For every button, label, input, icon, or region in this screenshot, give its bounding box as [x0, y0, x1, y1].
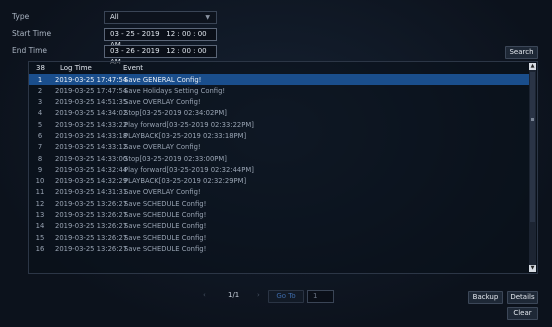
row-number: 16	[35, 244, 45, 253]
search-button[interactable]: Search	[505, 46, 538, 59]
log-table: 38 Log Time Event 1 2019-03-25 17:47:54 Sa…	[28, 61, 538, 274]
row-event: Play forward[03-25-2019 02:33:22PM]	[124, 120, 254, 129]
table-row[interactable]: 2 2019-03-25 17:47:54 Save Holidays Settin…	[29, 85, 529, 96]
row-number: 10	[35, 177, 45, 186]
row-log-time: 2019-03-25 17:47:54	[55, 75, 128, 84]
table-row[interactable]: 11 2019-03-25 14:31:31 Save OVERLAY Config…	[29, 187, 529, 198]
page-indicator: 1/1	[228, 291, 240, 299]
row-log-time: 2019-03-25 17:47:54	[55, 86, 128, 95]
row-log-time: 2019-03-25 14:33:22	[55, 120, 128, 129]
col-header-event[interactable]: Event	[123, 64, 143, 72]
row-log-time: 2019-03-25 14:32:29	[55, 177, 128, 186]
table-body: 1 2019-03-25 17:47:54 Save GENERAL Config!…	[29, 74, 529, 255]
row-number: 4	[37, 109, 43, 118]
clear-button[interactable]: Clear	[507, 307, 538, 320]
row-number: 7	[37, 143, 43, 152]
row-log-time: 2019-03-25 13:26:27	[55, 244, 128, 253]
row-log-time: 2019-03-25 14:33:12	[55, 143, 128, 152]
table-row[interactable]: 12 2019-03-25 13:26:27 Save SCHEDULE Confi…	[29, 198, 529, 209]
type-dropdown[interactable]: All ▼	[104, 11, 217, 24]
row-log-time: 2019-03-25 14:33:18	[55, 131, 128, 140]
chevron-down-icon: ▼	[205, 14, 210, 21]
row-event: Save SCHEDULE Config!	[124, 211, 207, 220]
table-row[interactable]: 13 2019-03-25 13:26:27 Save SCHEDULE Confi…	[29, 210, 529, 221]
type-value: All	[110, 13, 119, 21]
scroll-thumb[interactable]	[530, 72, 535, 222]
col-header-log-time[interactable]: Log Time	[60, 64, 92, 72]
table-row[interactable]: 15 2019-03-25 13:26:27 Save SCHEDULE Confi…	[29, 232, 529, 243]
table-row[interactable]: 4 2019-03-25 14:34:02 Stop[03-25-2019 02:3…	[29, 108, 529, 119]
row-log-time: 2019-03-25 14:31:31	[55, 188, 128, 197]
backup-button[interactable]: Backup	[468, 291, 503, 304]
row-log-time: 2019-03-25 13:26:27	[55, 211, 128, 220]
row-number: 11	[35, 188, 45, 197]
row-event: Play forward[03-25-2019 02:32:44PM]	[124, 165, 254, 174]
row-number: 14	[35, 222, 45, 231]
prev-page-icon[interactable]: ‹	[203, 291, 206, 299]
row-log-time: 2019-03-25 14:33:00	[55, 154, 128, 163]
row-event: Save OVERLAY Config!	[124, 188, 201, 197]
row-number: 13	[35, 211, 45, 220]
row-log-time: 2019-03-25 13:26:27	[55, 199, 128, 208]
table-row[interactable]: 8 2019-03-25 14:33:00 Stop[03-25-2019 02:3…	[29, 153, 529, 164]
row-event: Save SCHEDULE Config!	[124, 199, 207, 208]
row-event: PLAYBACK[03-25-2019 02:33:18PM]	[124, 131, 247, 140]
row-event: Save SCHEDULE Config!	[124, 233, 207, 242]
row-number: 2	[37, 86, 43, 95]
row-log-time: 2019-03-25 14:51:35	[55, 98, 128, 107]
row-event: Save SCHEDULE Config!	[124, 244, 207, 253]
row-number: 5	[37, 120, 43, 129]
end-time-label: End Time	[12, 46, 47, 55]
end-date-value: 03 - 26 - 2019	[110, 47, 160, 55]
row-event: Save OVERLAY Config!	[124, 143, 201, 152]
goto-page-input[interactable]: 1	[307, 290, 334, 303]
log-count: 38	[36, 64, 45, 72]
start-time-label: Start Time	[12, 29, 52, 38]
row-log-time: 2019-03-25 13:26:27	[55, 233, 128, 242]
scroll-grip-icon	[531, 118, 534, 121]
table-row[interactable]: 14 2019-03-25 13:26:27 Save SCHEDULE Confi…	[29, 221, 529, 232]
row-event: Save Holidays Setting Config!	[124, 86, 226, 95]
row-log-time: 2019-03-25 14:34:02	[55, 109, 128, 118]
start-date-value: 03 - 25 - 2019	[110, 30, 160, 38]
row-number: 12	[35, 199, 45, 208]
goto-button[interactable]: Go To	[268, 290, 304, 303]
row-event: Save OVERLAY Config!	[124, 98, 201, 107]
table-row[interactable]: 5 2019-03-25 14:33:22 Play forward[03-25-2…	[29, 119, 529, 130]
row-number: 15	[35, 233, 45, 242]
table-row[interactable]: 16 2019-03-25 13:26:27 Save SCHEDULE Confi…	[29, 243, 529, 254]
details-button[interactable]: Details	[507, 291, 538, 304]
row-event: Stop[03-25-2019 02:34:02PM]	[124, 109, 227, 118]
table-row[interactable]: 3 2019-03-25 14:51:35 Save OVERLAY Config!	[29, 97, 529, 108]
row-number: 6	[37, 131, 43, 140]
scroll-up-icon[interactable]: ▲	[529, 63, 536, 70]
next-page-icon[interactable]: ›	[257, 291, 260, 299]
row-number: 3	[37, 98, 43, 107]
table-row[interactable]: 1 2019-03-25 17:47:54 Save GENERAL Config!	[29, 74, 529, 86]
table-row[interactable]: 10 2019-03-25 14:32:29 PLAYBACK[03-25-2019…	[29, 176, 529, 187]
row-event: Stop[03-25-2019 02:33:00PM]	[124, 154, 227, 163]
table-header: 38 Log Time Event	[29, 62, 529, 74]
start-time-field[interactable]: 03 - 25 - 2019 12 : 00 : 00 AM	[104, 28, 217, 49]
row-number: 1	[37, 75, 43, 84]
type-label: Type	[12, 12, 30, 21]
row-log-time: 2019-03-25 13:26:27	[55, 222, 128, 231]
table-row[interactable]: 6 2019-03-25 14:33:18 PLAYBACK[03-25-2019 …	[29, 130, 529, 141]
row-number: 8	[37, 154, 43, 163]
end-time-field[interactable]: 03 - 26 - 2019 12 : 00 : 00 AM	[104, 45, 217, 66]
table-row[interactable]: 9 2019-03-25 14:32:44 Play forward[03-25-2…	[29, 164, 529, 175]
row-number: 9	[37, 165, 43, 174]
row-event: Save SCHEDULE Config!	[124, 222, 207, 231]
scroll-down-icon[interactable]: ▼	[529, 265, 536, 272]
row-log-time: 2019-03-25 14:32:44	[55, 165, 128, 174]
scrollbar[interactable]: ▲ ▼	[529, 63, 536, 272]
row-event: PLAYBACK[03-25-2019 02:32:29PM]	[124, 177, 247, 186]
row-event: Save GENERAL Config!	[124, 75, 202, 84]
table-row[interactable]: 7 2019-03-25 14:33:12 Save OVERLAY Config!	[29, 142, 529, 153]
